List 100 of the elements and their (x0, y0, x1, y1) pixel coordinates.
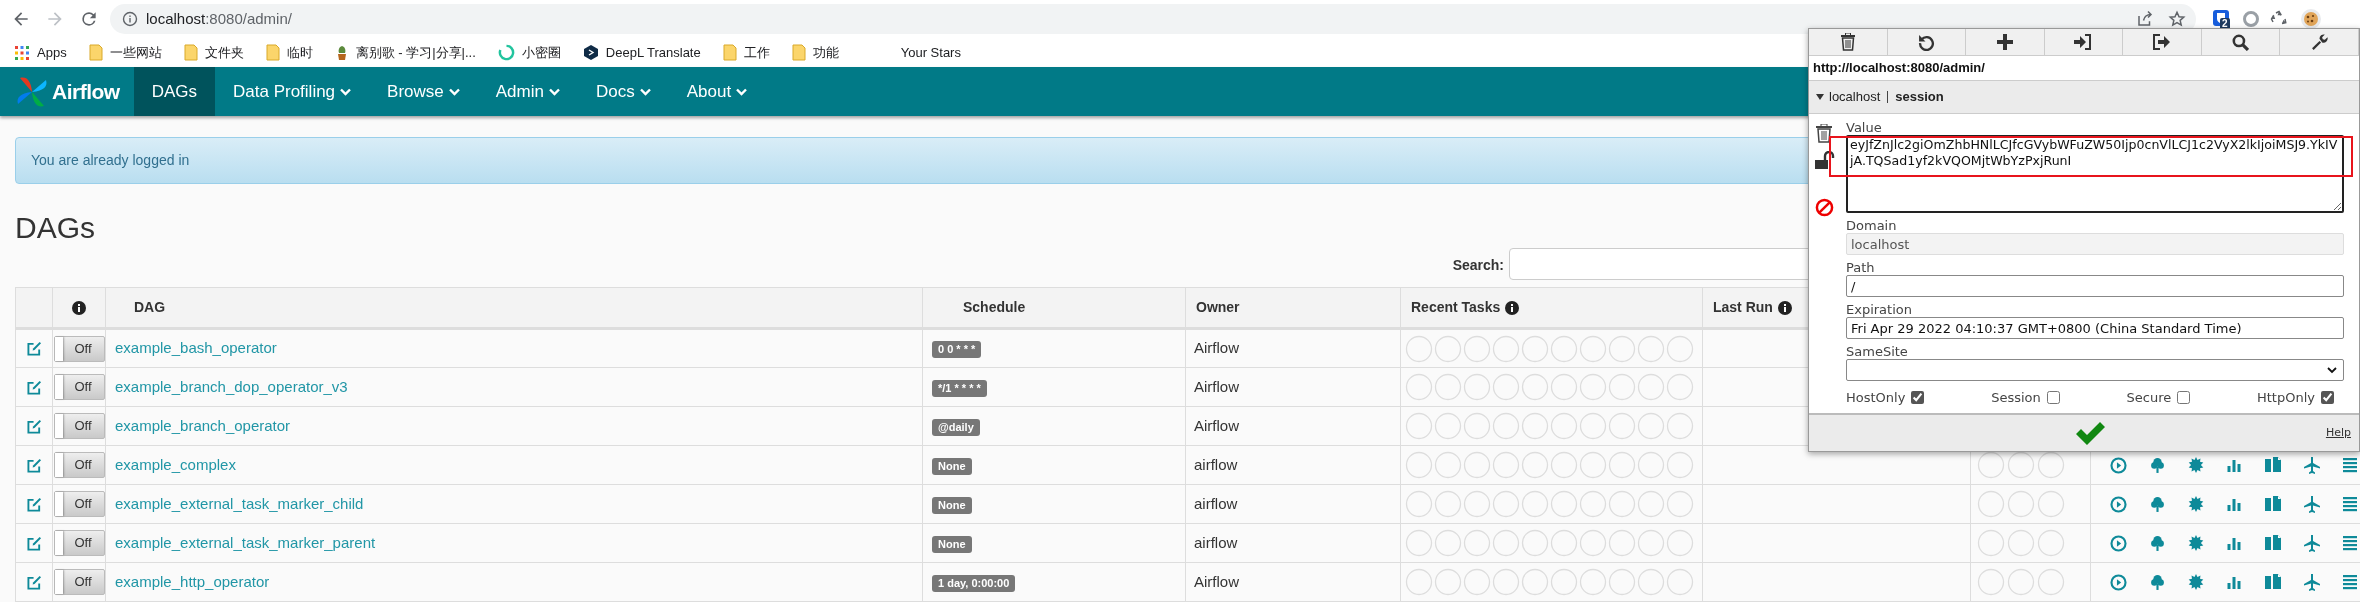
unlocked-padlock-icon[interactable] (1815, 151, 1837, 170)
tree-icon[interactable] (2150, 534, 2165, 552)
edit-icon[interactable] (26, 496, 42, 512)
address-bar[interactable]: localhost:8080/admin/ (110, 4, 2196, 34)
trash-icon[interactable] (1815, 124, 1833, 143)
edit-icon[interactable] (26, 574, 42, 590)
info-icon (1505, 300, 1520, 315)
list-icon[interactable] (2343, 574, 2357, 590)
bar-chart-icon[interactable] (2227, 457, 2242, 473)
ring-icon[interactable] (2242, 10, 2260, 28)
toggle-switch[interactable]: Off (53, 452, 105, 478)
import-icon (2074, 34, 2093, 50)
cookie-icon[interactable] (2300, 8, 2322, 30)
input-field[interactable]: / (1846, 275, 2344, 297)
table-cell: Airflow (1185, 562, 1401, 602)
play-circle-icon[interactable] (2110, 495, 2127, 513)
table-cell: airflow (1185, 523, 1401, 563)
edit-icon[interactable] (26, 535, 42, 551)
checkbox[interactable] (1911, 391, 1925, 405)
bookmark-item[interactable]: 文件夹 (183, 40, 244, 65)
help-link[interactable]: Help (2325, 424, 2351, 442)
play-circle-icon[interactable] (2110, 534, 2127, 552)
search-label: Search: (1452, 256, 1504, 275)
starburst-icon[interactable] (2188, 535, 2204, 551)
chevron-down-icon (639, 87, 651, 96)
input-field[interactable]: localhost (1846, 233, 2344, 255)
bookmark-item[interactable]: 小密圈 (497, 40, 561, 65)
bookmark-item[interactable]: 工作 (722, 40, 770, 65)
nav-menu-item[interactable]: About (668, 67, 766, 116)
cookie-header[interactable]: localhost session (1809, 81, 2359, 114)
bookmark-item[interactable]: 临时 (265, 40, 313, 65)
tree-icon[interactable] (2150, 456, 2165, 474)
field-label: Path (1846, 259, 1876, 275)
table-cell: airflow (1185, 445, 1401, 485)
documents-icon[interactable] (2265, 457, 2281, 473)
schedule-label: 0 0 * * * (932, 341, 982, 358)
info-icon (1777, 300, 1792, 315)
bookmark-item[interactable]: Your Stars (900, 40, 961, 65)
column-header: Recent Tasks (1411, 298, 1501, 317)
checkbox[interactable] (2046, 391, 2060, 405)
airplane-icon[interactable] (2304, 573, 2320, 591)
toggle-switch[interactable]: Off (53, 569, 105, 595)
starburst-icon[interactable] (2188, 457, 2204, 473)
documents-icon[interactable] (2265, 574, 2281, 590)
documents-icon[interactable] (2265, 496, 2281, 512)
checkbox[interactable] (2177, 391, 2191, 405)
airplane-icon[interactable] (2304, 495, 2320, 513)
list-icon[interactable] (2343, 496, 2357, 512)
schedule-label: @daily (932, 418, 980, 436)
tree-icon[interactable] (2150, 573, 2165, 591)
starburst-icon[interactable] (2188, 496, 2204, 512)
folder-icon (791, 44, 806, 61)
edit-icon[interactable] (26, 341, 42, 356)
reload-icon[interactable] (79, 9, 99, 29)
nav-menu-item[interactable]: Docs (577, 67, 669, 116)
brand-logo[interactable]: Airflow (0, 67, 134, 116)
starburst-icon[interactable] (2188, 574, 2204, 590)
nav-menu-item[interactable]: DAGs (133, 67, 215, 116)
toggle-switch[interactable]: Off (53, 335, 105, 362)
bookmark-item[interactable]: Apps (14, 40, 67, 65)
play-circle-icon[interactable] (2110, 573, 2127, 591)
input-field[interactable]: Fri Apr 29 2022 04:10:37 GMT+0800 (China Standard Time) (1846, 317, 2344, 339)
checkmark-icon[interactable] (2074, 422, 2106, 446)
checkbox[interactable] (2321, 391, 2334, 405)
bar-chart-icon[interactable] (2227, 574, 2242, 590)
edit-icon[interactable] (26, 457, 42, 473)
bookmark-item[interactable]: 离别歌 - 学习|分享|... (334, 40, 476, 65)
wrench-icon (2310, 33, 2328, 51)
list-icon[interactable] (2343, 457, 2357, 473)
toggle-switch[interactable]: Off (53, 491, 105, 517)
nav-menu-item[interactable]: Browse (369, 67, 478, 116)
toggle-switch[interactable]: Off (53, 413, 105, 439)
toggle-switch[interactable]: Off (53, 374, 105, 400)
play-circle-icon[interactable] (2110, 456, 2127, 474)
prohibited-icon[interactable] (1815, 198, 1834, 217)
airplane-icon[interactable] (2304, 534, 2320, 552)
bookmark-item[interactable]: 功能 (791, 40, 839, 65)
plus-icon (1996, 34, 2013, 50)
airplane-icon[interactable] (2304, 456, 2320, 474)
toggle-switch[interactable]: Off (53, 530, 105, 556)
value-field[interactable]: eyJfZnJlc2giOmZhbHNlLCJfcGVybWFuZW50Ijp0cnVlLCJ1c2VyX2lkIjoiMSJ9.YkIVjA.TQSad1yf2kVQOMjtWbYzPxjRunI (1846, 135, 2344, 213)
bar-chart-icon[interactable] (2227, 496, 2242, 512)
field-label: Domain (1846, 217, 1898, 233)
share-icon[interactable] (2136, 10, 2154, 28)
documents-icon[interactable] (2265, 535, 2281, 551)
samesite-select[interactable] (1846, 359, 2344, 381)
tree-icon[interactable] (2150, 495, 2165, 513)
bookmark-item[interactable]: DeepL Translate (582, 40, 701, 65)
list-icon[interactable] (2343, 535, 2357, 551)
chevron-down-icon (448, 87, 460, 96)
checkbox-label: HttpOnly (2257, 389, 2315, 407)
edit-icon[interactable] (26, 379, 42, 395)
info-icon[interactable] (122, 11, 138, 27)
nav-menu-item[interactable]: Admin (477, 67, 578, 116)
folder-icon (183, 44, 198, 61)
bar-chart-icon[interactable] (2227, 535, 2242, 551)
nav-menu-item[interactable]: Data Profiling (215, 67, 370, 116)
star-icon[interactable] (2168, 10, 2186, 28)
edit-icon[interactable] (26, 418, 42, 434)
bookmark-item[interactable]: 一些网站 (88, 40, 162, 65)
